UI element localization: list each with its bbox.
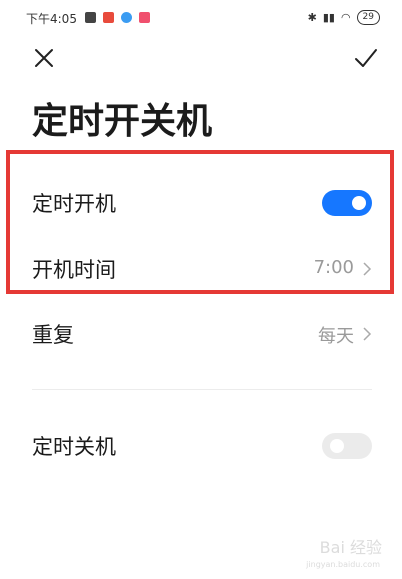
status-indicators: ✱ ▮▮ ◠ 29 <box>308 10 380 25</box>
repeat-value: 每天 <box>318 326 354 347</box>
wifi-icon: ◠ <box>340 11 351 24</box>
page-title: 定时开关机 <box>32 101 213 142</box>
chevron-right-icon <box>363 327 372 341</box>
power-off-label: 定时关机 <box>32 435 116 459</box>
app-icon-blue <box>121 12 132 23</box>
toggle-knob <box>330 439 344 453</box>
highlight-annotation <box>6 150 394 294</box>
power-off-row[interactable]: 定时关机 <box>32 425 372 465</box>
close-icon[interactable] <box>30 44 58 72</box>
repeat-row[interactable]: 重复 每天 <box>32 313 372 353</box>
bluetooth-icon: ✱ <box>307 11 317 24</box>
app-icon-pink <box>139 12 150 23</box>
status-time: 下午4:05 <box>26 12 77 26</box>
power-off-toggle[interactable] <box>322 433 372 459</box>
signal-icon: ▮▮ <box>322 11 335 24</box>
battery-indicator: 29 <box>356 10 380 25</box>
upload-icon <box>85 12 96 23</box>
section-divider <box>32 389 372 390</box>
watermark-logo: Bai 经验 <box>319 538 382 557</box>
watermark-url: jingyan.baidu.com <box>306 560 380 569</box>
status-bar: 下午4:05 ✱ ▮▮ ◠ 29 <box>0 0 402 36</box>
check-icon[interactable] <box>352 44 380 72</box>
app-icon-red <box>103 12 114 23</box>
repeat-label: 重复 <box>32 323 74 347</box>
